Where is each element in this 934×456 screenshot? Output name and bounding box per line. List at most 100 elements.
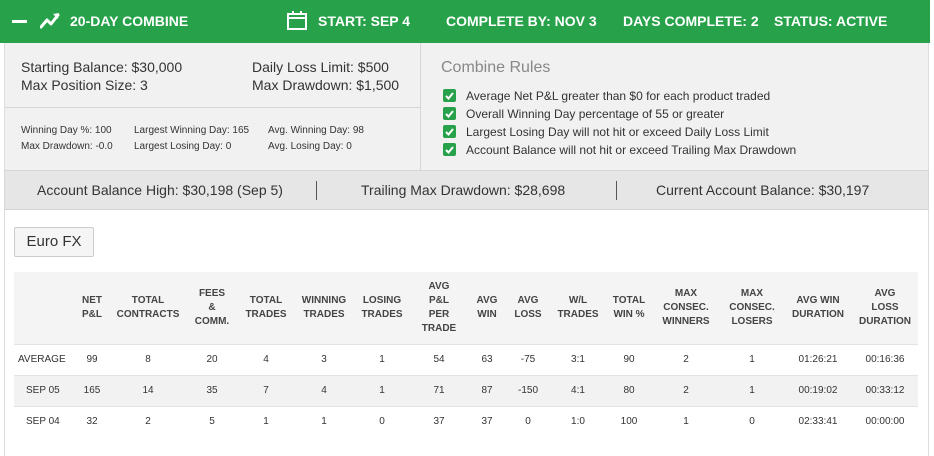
checkbox-checked-icon	[443, 143, 456, 156]
table-row: SEP 04 32 2 5 1 1 0 37 37 0 1:0 100 1 0 …	[14, 406, 918, 437]
summary-horizontal-divider	[5, 107, 420, 108]
cell-wl-trades: 1:0	[571, 416, 585, 427]
cell-max-consec-losers: 1	[749, 385, 755, 396]
trailing-max-drawdown: Trailing Max Drawdown: $28,698	[361, 182, 566, 198]
days-complete: DAYS COMPLETE: 2	[623, 13, 759, 29]
balance-bar: Account Balance High: $30,198 (Sep 5) Tr…	[4, 170, 929, 210]
winning-day-pct: Winning Day %: 100	[21, 125, 112, 136]
cell-avg-loss-duration: 00:33:12	[865, 385, 905, 396]
cell-net-pl: 32	[86, 416, 98, 427]
cell-total-win-pct: 80	[623, 385, 635, 396]
cell-avg-pl-per-trade: 37	[433, 416, 445, 427]
cell-avg-win: 37	[481, 416, 493, 427]
collapse-minus-icon[interactable]	[12, 20, 27, 23]
cell-max-consec-losers: 0	[749, 416, 755, 427]
col-header-max-consec-winners: MAX CONSEC. WINNERS	[662, 288, 710, 327]
cell-net-pl: 99	[86, 354, 98, 365]
cell-avg-win: 87	[481, 385, 493, 396]
cell-max-consec-losers: 1	[749, 354, 755, 365]
checkbox-checked-icon	[443, 125, 456, 138]
cell-avg-pl-per-trade: 71	[433, 385, 445, 396]
summary-panel: Starting Balance: $30,000 Max Position S…	[4, 43, 929, 170]
summary-vertical-divider	[420, 43, 421, 170]
combine-rules-title: Combine Rules	[441, 59, 551, 76]
rule-text: Largest Losing Day will not hit or excee…	[466, 125, 769, 139]
cell-total-contracts: 8	[145, 354, 151, 365]
col-header-avg-loss-duration: AVG LOSS DURATION	[858, 288, 912, 327]
cell-total-trades: 1	[263, 416, 269, 427]
combine-status: STATUS: ACTIVE	[774, 13, 888, 29]
cell-total-win-pct: 90	[623, 354, 635, 365]
max-drawdown-limit: Max Drawdown: $1,500	[252, 77, 400, 93]
current-account-balance: Current Account Balance: $30,197	[656, 182, 870, 198]
cell-wl-trades: 3:1	[571, 354, 585, 365]
combine-header: 20-DAY COMBINE START: SEP 4 COMPLETE BY:…	[0, 0, 930, 43]
cell-total-trades: 4	[263, 354, 269, 365]
rule-text: Overall Winning Day percentage of 55 or …	[466, 107, 725, 121]
product-tab-euro-fx[interactable]: Euro FX	[14, 227, 94, 257]
col-header-avg-loss: AVG LOSS	[514, 295, 542, 320]
complete-by-date: COMPLETE BY: NOV 3	[446, 13, 597, 29]
col-header-wl-trades: W/L TRADES	[557, 295, 599, 320]
cell-fees-comm: 5	[209, 416, 215, 427]
cell-avg-loss: -150	[517, 385, 538, 396]
balance-separator	[316, 181, 317, 200]
cell-max-consec-winners: 1	[683, 416, 689, 427]
cell-fees-comm: 35	[206, 385, 218, 396]
daily-loss-limit: Daily Loss Limit: $500	[252, 59, 389, 75]
cell-avg-loss-duration: 00:16:36	[865, 354, 905, 365]
cell-total-contracts: 14	[142, 385, 154, 396]
col-header-avg-pl-per-trade: AVG P&L PER TRADE	[421, 281, 457, 334]
calendar-icon	[287, 11, 307, 30]
starting-balance: Starting Balance: $30,000	[21, 59, 183, 75]
cell-winning-trades: 4	[321, 385, 327, 396]
col-header-fees-comm: FEES & COMM.	[194, 288, 230, 327]
balance-separator	[616, 181, 617, 200]
cell-total-contracts: 2	[145, 416, 151, 427]
avg-winning-day: Avg. Winning Day: 98	[268, 125, 364, 136]
largest-winning-day: Largest Winning Day: 165	[134, 125, 250, 136]
stats-table-header: NET P&L TOTAL CONTRACTS FEES & COMM. TOT…	[14, 272, 918, 344]
cell-fees-comm: 20	[206, 354, 218, 365]
trend-line-icon	[40, 13, 60, 29]
col-header-net-pl: NET P&L	[82, 295, 102, 320]
row-label: AVERAGE	[18, 354, 66, 365]
rule-text: Average Net P&L greater than $0 for each…	[466, 89, 771, 103]
col-header-avg-win: AVG WIN	[476, 295, 498, 320]
max-drawdown-stat: Max Drawdown: -0.0	[21, 141, 113, 152]
col-header-avg-win-duration: AVG WIN DURATION	[791, 295, 845, 320]
cell-avg-win-duration: 01:26:21	[798, 354, 838, 365]
checkbox-checked-icon	[443, 107, 456, 120]
largest-losing-day: Largest Losing Day: 0	[134, 141, 232, 152]
table-row: SEP 05 165 14 35 7 4 1 71 87 -150 4:1 80…	[14, 375, 918, 406]
avg-losing-day: Avg. Losing Day: 0	[268, 141, 352, 152]
checkbox-checked-icon	[443, 89, 456, 102]
cell-net-pl: 165	[83, 385, 101, 396]
col-header-total-win-pct: TOTAL WIN %	[612, 295, 646, 320]
cell-wl-trades: 4:1	[571, 385, 585, 396]
cell-avg-win-duration: 00:19:02	[798, 385, 838, 396]
cell-total-trades: 7	[263, 385, 269, 396]
combine-title: 20-DAY COMBINE	[70, 13, 189, 29]
cell-avg-win-duration: 02:33:41	[798, 416, 838, 427]
cell-avg-loss-duration: 00:00:00	[865, 416, 905, 427]
col-header-total-contracts: TOTAL CONTRACTS	[116, 295, 180, 320]
cell-losing-trades: 1	[379, 354, 385, 365]
cell-max-consec-winners: 2	[683, 354, 689, 365]
cell-losing-trades: 1	[379, 385, 385, 396]
cell-avg-win: 63	[481, 354, 493, 365]
col-header-max-consec-losers: MAX CONSEC. LOSERS	[729, 288, 775, 327]
cell-avg-pl-per-trade: 54	[433, 354, 445, 365]
rule-text: Account Balance will not hit or exceed T…	[466, 143, 797, 157]
cell-avg-loss: -75	[520, 354, 536, 365]
max-position-size: Max Position Size: 3	[21, 77, 148, 93]
cell-avg-loss: 0	[525, 416, 531, 427]
cell-winning-trades: 3	[321, 354, 327, 365]
col-header-total-trades: TOTAL TRADES	[245, 295, 287, 320]
col-header-losing-trades: LOSING TRADES	[361, 295, 403, 320]
col-header-winning-trades: WINNING TRADES	[301, 295, 347, 320]
cell-winning-trades: 1	[321, 416, 327, 427]
cell-losing-trades: 0	[379, 416, 385, 427]
cell-max-consec-winners: 2	[683, 385, 689, 396]
table-row: AVERAGE 99 8 20 4 3 1 54 63 -75 3:1 90 2…	[14, 344, 918, 375]
